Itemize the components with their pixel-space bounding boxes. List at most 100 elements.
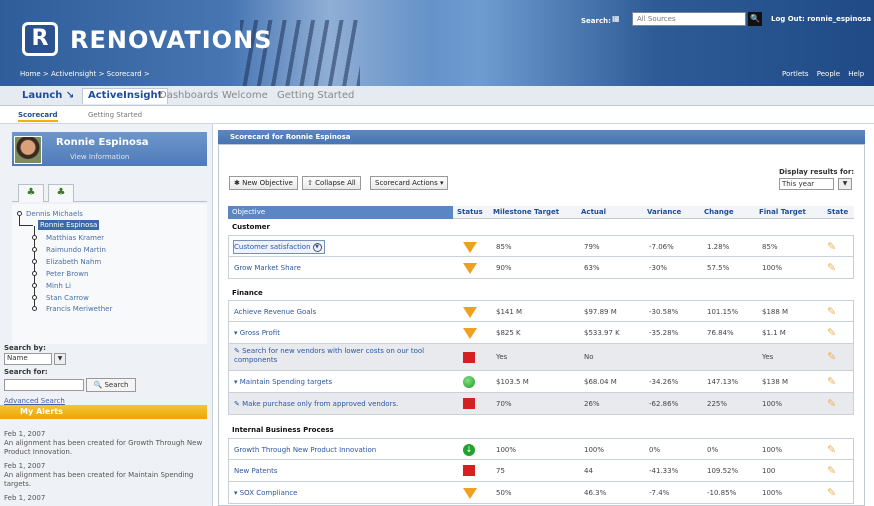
pencil-icon[interactable]: ✎ [827,305,841,319]
search-button[interactable]: 🔍 Search [86,378,136,392]
tree-node-icon [32,306,37,311]
objective-link[interactable]: Customer satisfaction ▼ [234,236,322,258]
tree-node-child[interactable]: Matthias Kramer [46,234,104,242]
chevron-down-icon[interactable]: ▼ [838,178,852,190]
pencil-icon[interactable]: ✎ [827,486,841,500]
variance-cell: 0% [649,446,661,454]
table-row[interactable]: ✎ Make purchase only from approved vendo… [228,393,854,415]
status-red-icon [463,398,477,410]
search-for-input[interactable] [4,379,84,391]
variance-cell: -34.26% [649,378,679,386]
breadcrumb[interactable]: Home > ActiveInsight > Scorecard > [20,70,150,78]
chevron-down-icon[interactable]: ▼ [312,242,322,252]
logo-text[interactable]: RENOVATIONS [70,26,272,54]
alerts-header[interactable]: My Alerts [0,405,207,419]
tree-node-icon [32,259,37,264]
objective-link[interactable]: New Patents [234,460,278,482]
search-by-select[interactable]: Name [4,353,52,365]
logout-link[interactable]: Log Out: ronnie_espinosa [771,15,871,23]
tab-dashboards[interactable]: Dashboards [159,90,218,101]
objective-link[interactable]: ▾ Maintain Spending targets [234,371,332,393]
search-scope-icon[interactable]: ▦ [612,14,624,26]
tab-getting-started[interactable]: Getting Started [277,90,354,101]
objective-link[interactable]: Grow Market Share [234,257,301,279]
tree-node-child[interactable]: Francis Meriwether [46,305,112,313]
column-state[interactable]: State [827,206,848,219]
tree-node-child[interactable]: Raimundo Martin [46,246,106,254]
status-down-icon [463,262,477,274]
tree-node-child[interactable]: Minh Li [46,282,71,290]
people-tree-tab-icon[interactable]: ♣ [18,184,44,202]
advanced-search-link[interactable]: Advanced Search [4,397,65,405]
tree-node-child[interactable]: Peter Brown [46,270,88,278]
objective-link[interactable]: ▾ SOX Compliance [234,482,297,504]
table-row[interactable]: ▾ Gross Profit $825 K $533.97 K -35.28% … [228,322,854,344]
people-link[interactable]: People [817,70,840,78]
table-row[interactable]: Grow Market Share 90% 63% -30% 57.5% 100… [228,257,854,279]
launch-menu[interactable]: Launch ↘ [22,90,74,101]
column-milestone-target[interactable]: Milestone Target [493,206,559,219]
final-cell: Yes [762,353,774,361]
search-label: Search: [581,17,611,25]
avatar[interactable] [14,136,42,164]
column-variance[interactable]: Variance [647,206,681,219]
objective-link[interactable]: Growth Through New Product Innovation [234,439,376,461]
tree-node-selected[interactable]: Ronnie Espinosa [38,220,100,230]
search-button-label: Search [104,381,129,389]
pencil-icon[interactable]: ✎ [827,350,841,364]
group-tab-icon[interactable]: ♣ [48,184,74,202]
alert-item[interactable]: Feb 1, 2007 An alignment has been create… [4,430,204,457]
table-row[interactable]: New Patents 75 44 -41.33% 109.52% 100 ✎ [228,460,854,482]
pencil-icon[interactable]: ✎ [827,326,841,340]
pencil-icon[interactable]: ✎ [827,240,841,254]
pencil-icon[interactable]: ✎ [827,375,841,389]
tab-activeinsight[interactable]: ActiveInsight [82,88,169,104]
column-final-target[interactable]: Final Target [759,206,806,219]
portlets-link[interactable]: Portlets [782,70,809,78]
table-row[interactable]: ✎ Search for new vendors with lower cost… [228,344,854,371]
subtab-scorecard[interactable]: Scorecard [18,111,58,122]
search-input[interactable] [632,12,746,26]
column-objective[interactable]: Objective [228,206,453,219]
scorecard-title: Scorecard for Ronnie Espinosa [218,130,865,144]
final-cell: 100% [762,489,783,497]
variance-cell: -30.58% [649,308,679,316]
collapse-all-button[interactable]: ⇧ Collapse All [302,176,361,190]
table-row[interactable]: Customer satisfaction ▼ 85% 79% -7.06% 1.… [228,235,854,257]
scorecard-actions-button[interactable]: Scorecard Actions ▾ [370,176,449,190]
pencil-icon[interactable]: ✎ [827,397,841,411]
pencil-icon[interactable]: ✎ [827,261,841,275]
objective-link[interactable]: ✎ Make purchase only from approved vendo… [234,393,398,415]
display-period-select[interactable]: This year [779,178,834,190]
tree-node-icon [32,247,37,252]
actual-cell: $533.97 K [584,329,620,337]
view-information-link[interactable]: View Information [70,153,129,161]
table-row[interactable]: ▾ SOX Compliance 50% 46.3% -7.4% -10.85%… [228,482,854,504]
chevron-down-icon[interactable]: ▼ [54,353,66,365]
pencil-icon[interactable]: ✎ [827,443,841,457]
table-row[interactable]: ▾ Maintain Spending targets $103.5 M $68… [228,371,854,393]
table-row[interactable]: Growth Through New Product Innovation ↓ … [228,438,854,460]
new-objective-button[interactable]: ✱ New Objective [229,176,298,190]
objective-link[interactable]: ▾ Gross Profit [234,322,280,344]
help-link[interactable]: Help [848,70,864,78]
column-actual[interactable]: Actual [581,206,606,219]
status-red-icon [463,352,477,364]
tree-node-child[interactable]: Elizabeth Nahm [46,258,101,266]
subtab-getting-started[interactable]: Getting Started [88,111,142,119]
tree-node-root[interactable]: Dennis Michaels [26,210,83,218]
tree-node-child[interactable]: Stan Carrow [46,294,89,302]
variance-cell: -62.86% [649,400,679,408]
logo-icon[interactable]: R [22,22,58,56]
table-row[interactable]: Achieve Revenue Goals $141 M $97.89 M -3… [228,300,854,322]
alert-item[interactable]: Feb 1, 2007 [4,494,204,503]
column-status[interactable]: Status [457,206,483,219]
search-icon[interactable]: 🔍 [748,12,762,26]
objective-link[interactable]: ✎ Search for new vendors with lower cost… [234,347,464,369]
alert-item[interactable]: Feb 1, 2007 An alignment has been create… [4,462,204,489]
objective-link[interactable]: Achieve Revenue Goals [234,301,316,323]
column-change[interactable]: Change [704,206,734,219]
tab-welcome[interactable]: Welcome [222,90,268,101]
pencil-icon[interactable]: ✎ [827,464,841,478]
new-objective-label: New Objective [242,179,293,187]
